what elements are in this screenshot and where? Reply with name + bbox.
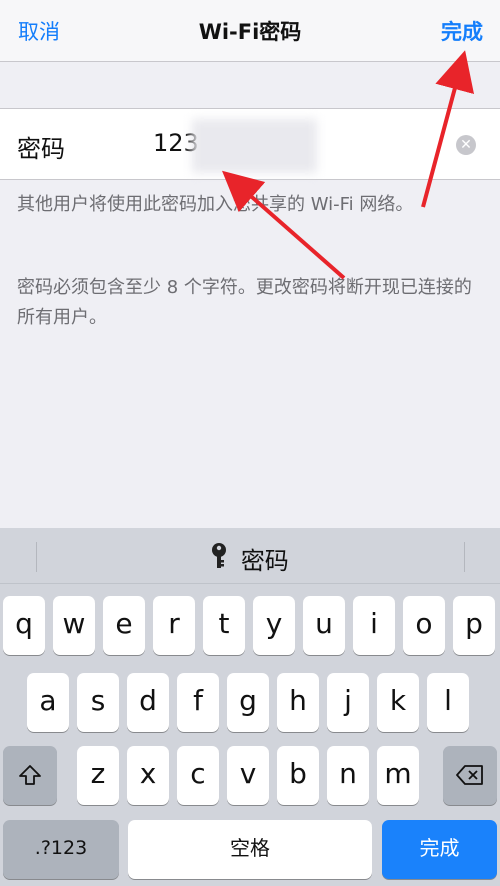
annotation-arrows	[221, 50, 475, 280]
arrow-to-done	[421, 50, 475, 208]
arrow-to-password	[221, 170, 346, 280]
